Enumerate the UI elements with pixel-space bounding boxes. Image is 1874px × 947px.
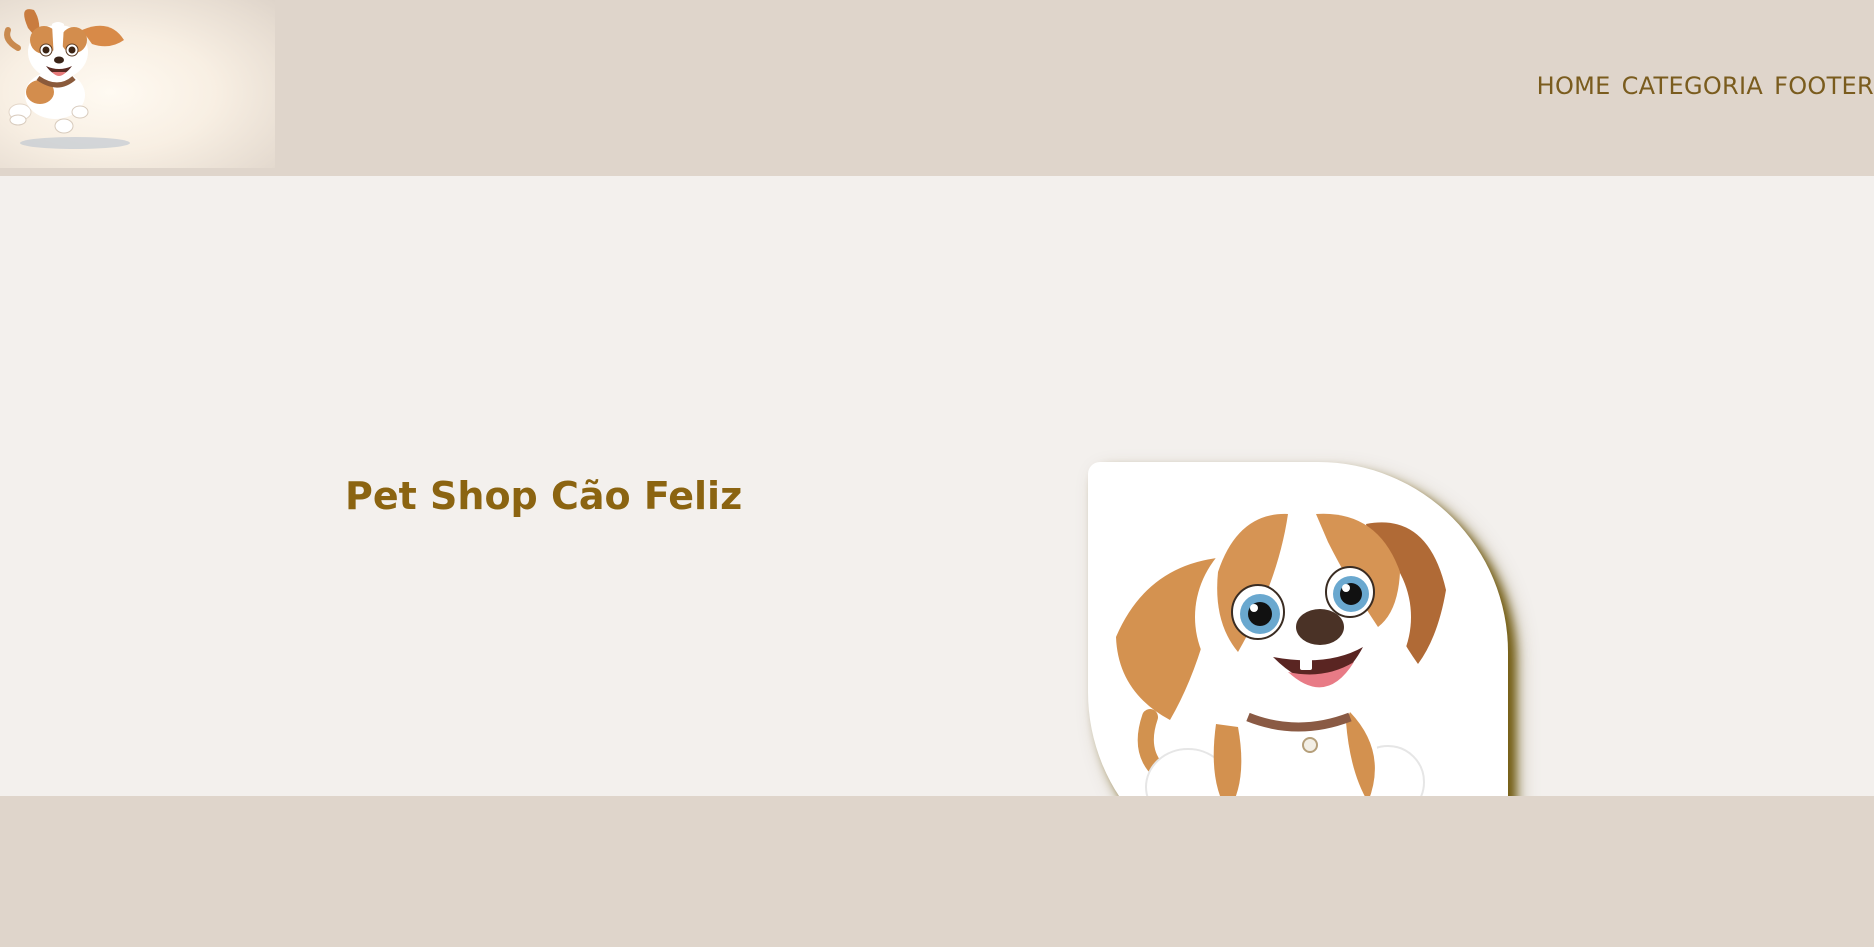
running-puppy-icon bbox=[4, 9, 130, 149]
page-title: Pet Shop Cão Feliz bbox=[345, 474, 743, 518]
site-header: HOME CATEGORIA FOOTER bbox=[0, 0, 1874, 176]
logo[interactable] bbox=[0, 0, 275, 168]
nav-link-home[interactable]: HOME bbox=[1537, 72, 1611, 100]
hero-section: Pet Shop Cão Feliz bbox=[0, 176, 1874, 882]
nav-link-categoria[interactable]: CATEGORIA bbox=[1622, 72, 1764, 100]
site-footer bbox=[0, 796, 1874, 947]
main-nav: HOME CATEGORIA FOOTER bbox=[1537, 72, 1874, 100]
nav-link-footer[interactable]: FOOTER bbox=[1774, 72, 1874, 100]
